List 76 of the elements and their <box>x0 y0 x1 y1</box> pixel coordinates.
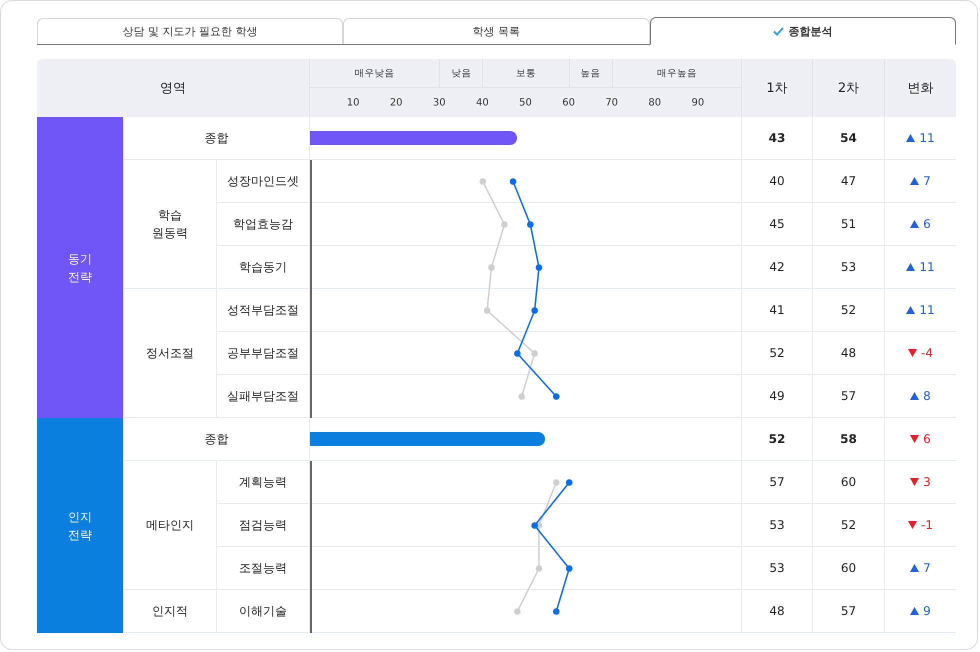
first-score: 53 <box>741 547 812 590</box>
tick-label: 70 <box>605 97 618 108</box>
item-label: 조절능력 <box>216 547 309 590</box>
column-header: 2차 <box>838 80 860 97</box>
second-score: 51 <box>812 203 884 246</box>
second-score: 57 <box>812 375 884 418</box>
first-score: 52 <box>741 332 812 375</box>
second-score: 57 <box>812 590 884 633</box>
summary-label: 종합 <box>123 117 309 160</box>
item-label: 학습동기 <box>216 246 309 289</box>
tick-label: 10 <box>346 97 360 108</box>
group-label: 학습 원동력 <box>123 160 216 289</box>
change-value: -1 <box>921 518 933 532</box>
change-value: -4 <box>921 346 933 360</box>
item-label: 계획능력 <box>216 461 309 504</box>
change-value: 6 <box>923 217 931 231</box>
band-label: 매우높음 <box>612 59 741 87</box>
domain-label: 동기 전략 <box>37 117 123 418</box>
second-score: 58 <box>812 418 884 461</box>
band-label: 매우낮음 <box>354 66 396 80</box>
domain-label: 인지 전략 <box>37 418 123 633</box>
item-label: 실패부담조절 <box>216 375 309 418</box>
first-score: 45 <box>741 203 812 246</box>
first-score: 41 <box>741 289 812 332</box>
tick-label: 90 <box>692 97 704 108</box>
first-score: 43 <box>741 117 812 160</box>
tab[interactable]: 상담 및 지도가 필요한 학생 <box>37 18 344 44</box>
change-value: 11 <box>919 303 935 317</box>
first-score: 42 <box>741 246 812 289</box>
item-label: 성장마인드셋 <box>216 160 309 203</box>
group-label: 정서조절 <box>123 289 216 418</box>
change-value: 3 <box>923 475 931 489</box>
check-icon <box>773 26 784 36</box>
item-label: 점검능력 <box>216 504 309 547</box>
change-value: 6 <box>923 432 931 446</box>
second-score: 47 <box>812 160 884 203</box>
item-label: 공부부담조절 <box>216 332 309 375</box>
band-label: 낮음 <box>439 59 482 87</box>
group-label: 메타인지 <box>123 461 216 590</box>
tick-label: 30 <box>432 97 446 108</box>
change-value: 9 <box>923 604 931 618</box>
second-score: 52 <box>812 289 884 332</box>
first-score: 40 <box>741 160 812 203</box>
item-label: 성적부담조절 <box>216 289 309 332</box>
second-score: 60 <box>812 461 884 504</box>
group-label: 인지적 <box>123 590 216 633</box>
first-score: 52 <box>741 418 812 461</box>
change-value: 7 <box>923 174 931 188</box>
first-score: 53 <box>741 504 812 547</box>
second-score: 52 <box>812 504 884 547</box>
change-value: 11 <box>919 260 935 274</box>
item-label: 이해기술 <box>216 590 309 633</box>
first-score: 48 <box>741 590 812 633</box>
band-label: 높음 <box>568 59 612 87</box>
tick-label: 40 <box>476 97 489 108</box>
change-value: 7 <box>923 561 931 575</box>
tick-label: 60 <box>562 97 575 108</box>
tab[interactable]: 종합분석 <box>650 17 956 45</box>
change-value: 11 <box>919 131 935 145</box>
tick-label: 50 <box>519 97 532 108</box>
second-score: 60 <box>812 547 884 590</box>
column-header: 1차 <box>766 80 788 97</box>
band-label: 보통 <box>482 59 569 87</box>
summary-label: 종합 <box>123 418 309 461</box>
column-header: 변화 <box>908 80 934 97</box>
tick-label: 20 <box>390 97 403 108</box>
first-score: 49 <box>741 375 812 418</box>
second-score: 48 <box>812 332 884 375</box>
second-score: 54 <box>812 117 884 160</box>
change-value: 8 <box>923 389 931 403</box>
tab[interactable]: 학생 목록 <box>343 18 650 44</box>
column-header: 영역 <box>160 80 186 97</box>
second-score: 53 <box>812 246 884 289</box>
item-label: 학업효능감 <box>216 203 309 246</box>
tick-label: 80 <box>648 97 662 108</box>
first-score: 57 <box>741 461 812 504</box>
